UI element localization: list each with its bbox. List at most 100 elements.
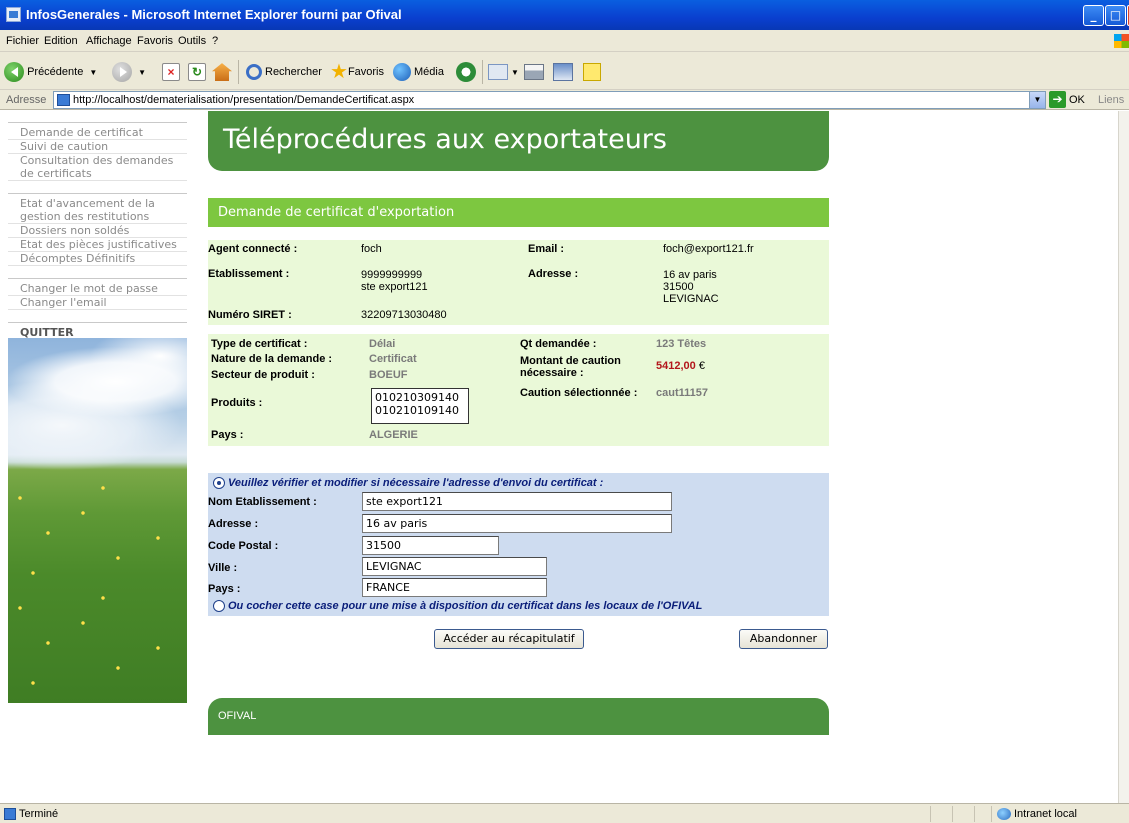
sidebar-item-suivi[interactable]: Suivi de caution: [8, 140, 187, 154]
menu-edition[interactable]: Edition: [44, 35, 78, 47]
status-bar: Terminé Intranet local: [0, 803, 1129, 823]
chevron-down-icon: ▼: [138, 68, 146, 77]
nom-label: Nom Etablissement :: [208, 496, 317, 508]
footer: OFIVAL: [208, 698, 829, 735]
sidebar-group-account: Changer le mot de passe Changer l'email: [8, 278, 187, 310]
cp-label: Code Postal :: [208, 540, 279, 552]
status-divider: [991, 806, 992, 822]
refresh-button[interactable]: ↻: [188, 61, 206, 83]
edit-button[interactable]: [553, 61, 573, 83]
etablissement-label: Etablissement :: [208, 268, 290, 280]
stop-button[interactable]: ×: [162, 61, 180, 83]
ofival-pickup-text: Ou cocher cette case pour une mise à dis…: [228, 600, 703, 612]
go-button[interactable]: OK: [1069, 94, 1085, 106]
nature-value: Certificat: [369, 353, 417, 365]
sidebar-item-dossiers[interactable]: Dossiers non soldés: [8, 224, 187, 238]
adresse-label: Adresse :: [528, 268, 579, 280]
menu-fichier[interactable]: Fichier: [6, 35, 39, 47]
siret-value: 32209713030480: [361, 309, 447, 321]
forward-arrow-icon: [112, 62, 132, 83]
address-bar: Adresse http://localhost/dematerialisati…: [0, 90, 1129, 110]
produits-label: Produits :: [211, 397, 263, 409]
ofival-pickup-radio[interactable]: [213, 600, 225, 612]
agent-value: foch: [361, 243, 382, 255]
cancel-button[interactable]: Abandonner: [739, 629, 828, 649]
adresse-input[interactable]: [362, 514, 672, 533]
qt-value: 123 Têtes: [656, 338, 707, 350]
verify-address-radio[interactable]: [213, 477, 225, 489]
address-input[interactable]: http://localhost/dematerialisation/prese…: [53, 91, 1046, 109]
page-title-bar: Demande de certificat d'exportation: [208, 198, 829, 227]
pays-input[interactable]: [362, 578, 547, 597]
menu-outils[interactable]: Outils: [178, 35, 206, 47]
caution-value: caut11157: [656, 387, 708, 399]
history-icon: [456, 62, 476, 83]
minimize-button[interactable]: _: [1083, 5, 1104, 26]
chevron-down-icon: ▼: [89, 68, 98, 77]
menu-favoris[interactable]: Favoris: [137, 35, 173, 47]
print-button[interactable]: [524, 61, 544, 83]
ville-input[interactable]: [362, 557, 547, 576]
history-button[interactable]: [456, 61, 476, 83]
windows-logo-icon: [1114, 34, 1129, 48]
home-button[interactable]: [212, 61, 232, 83]
search-button[interactable]: Rechercher: [246, 61, 322, 83]
siret-label: Numéro SIRET :: [208, 309, 292, 321]
list-item[interactable]: 010210109140: [375, 404, 465, 417]
note-button[interactable]: [583, 61, 601, 83]
adresse-field-label: Adresse :: [208, 518, 259, 530]
sidebar-item-password[interactable]: Changer le mot de passe: [8, 282, 187, 296]
currency-symbol: €: [698, 360, 705, 372]
ville-label: Ville :: [208, 562, 238, 574]
title-bar: InfosGenerales - Microsoft Internet Expl…: [0, 0, 1129, 30]
etablissement-name: ste export121: [361, 281, 428, 293]
note-icon: [583, 63, 601, 82]
sidebar-item-consultation[interactable]: Consultation des demandes de certificats: [8, 154, 187, 181]
back-button[interactable]: Précédente ▼: [4, 61, 97, 83]
qt-label: Qt demandée :: [520, 338, 597, 350]
secteur-label: Secteur de produit :: [211, 369, 315, 381]
search-icon: [246, 64, 262, 81]
landscape-image: [8, 338, 187, 703]
code-postal-input[interactable]: [362, 536, 499, 555]
pays-label: Pays :: [211, 429, 244, 441]
produits-listbox[interactable]: 010210309140 010210109140: [371, 388, 469, 424]
forward-button[interactable]: ▼: [112, 61, 146, 83]
caution-label: Caution sélectionnée :: [520, 387, 638, 399]
printer-icon: [524, 64, 544, 81]
email-label: Email :: [528, 243, 565, 255]
window-title: InfosGenerales - Microsoft Internet Expl…: [26, 7, 402, 22]
adresse-postcode: 31500: [663, 281, 694, 293]
chevron-down-icon[interactable]: ▼: [1029, 92, 1045, 108]
vertical-scrollbar[interactable]: [1118, 111, 1129, 803]
adresse-street: 16 av paris: [663, 269, 717, 281]
page-content: Demande de certificat Suivi de caution C…: [0, 111, 1118, 803]
sidebar-item-pieces[interactable]: Etat des pièces justificatives: [8, 238, 187, 252]
adresse-city: LEVIGNAC: [663, 293, 719, 305]
sidebar-item-email[interactable]: Changer l'email: [8, 296, 187, 310]
toolbar-divider: [238, 60, 239, 84]
list-item[interactable]: 010210309140: [375, 391, 465, 404]
sidebar-item-demande[interactable]: Demande de certificat: [8, 126, 187, 140]
media-label: Média: [414, 66, 444, 78]
search-label: Rechercher: [265, 66, 322, 78]
page-icon: [57, 94, 70, 106]
go-arrow-icon[interactable]: ➔: [1049, 91, 1066, 108]
sidebar-item-decomptes[interactable]: Décomptes Définitifs: [8, 252, 187, 266]
maximize-button[interactable]: □: [1105, 5, 1126, 26]
menu-affichage[interactable]: Affichage: [86, 35, 132, 47]
star-icon: ★: [330, 61, 348, 84]
page-title: Demande de certificat d'exportation: [218, 205, 455, 220]
sidebar-item-etat-avancement[interactable]: Etat d'avancement de la gestion des rest…: [8, 197, 187, 224]
nom-etablissement-input[interactable]: [362, 492, 672, 511]
stop-icon: ×: [162, 63, 180, 82]
address-url: http://localhost/dematerialisation/prese…: [73, 94, 415, 106]
menu-help[interactable]: ?: [212, 35, 218, 47]
links-button[interactable]: Liens: [1098, 94, 1124, 106]
mail-button[interactable]: ▼: [488, 61, 519, 83]
recap-button[interactable]: Accéder au récapitulatif: [434, 629, 584, 649]
back-label: Précédente: [27, 66, 84, 78]
favorites-button[interactable]: ★Favoris: [330, 61, 384, 83]
media-button[interactable]: Média: [393, 61, 444, 83]
pays-field-label: Pays :: [208, 583, 241, 595]
